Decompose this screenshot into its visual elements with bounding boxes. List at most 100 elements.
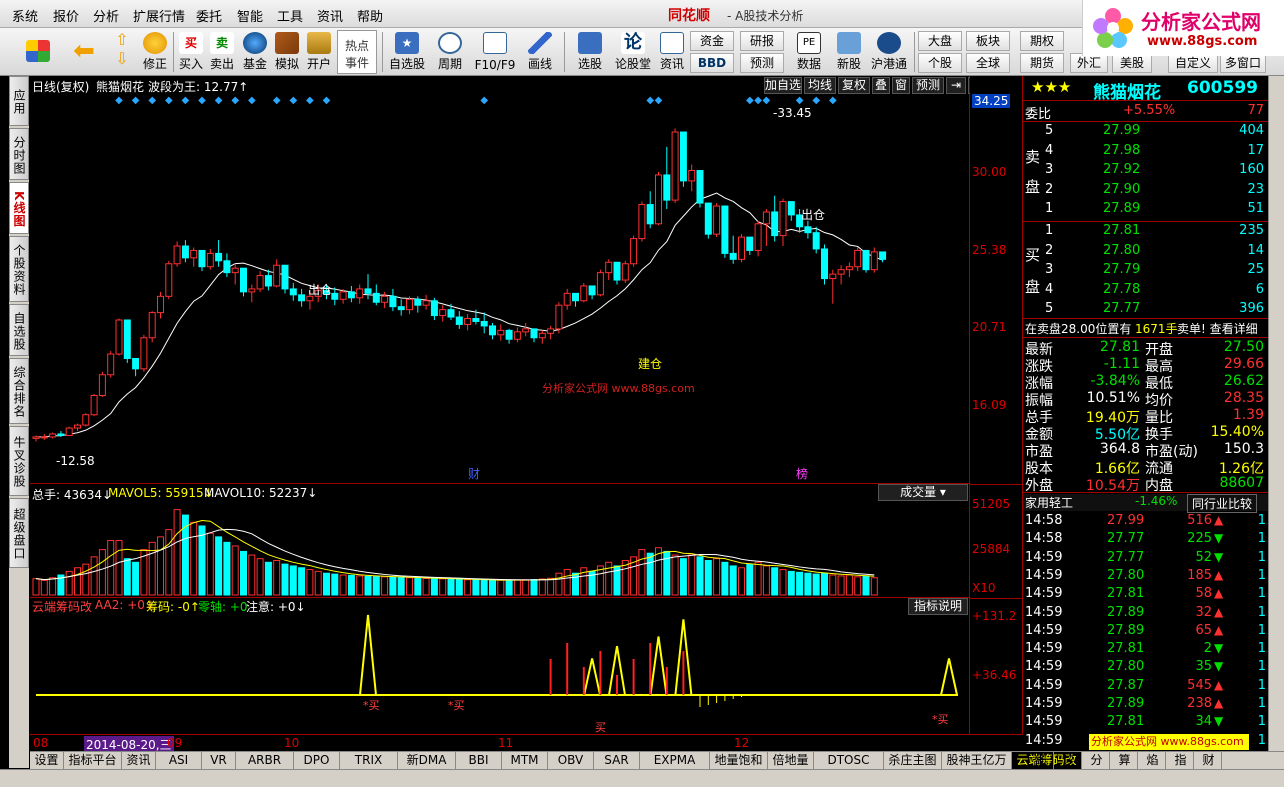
exit-signal-label: 出仓 [801, 208, 825, 222]
bbd-button[interactable]: BBD [690, 53, 734, 73]
period-button[interactable]: 周期 [430, 30, 470, 74]
industry-compare-button[interactable]: 同行业比较 [1187, 494, 1258, 513]
bottom-tab-0[interactable]: 设置 [30, 752, 64, 770]
bottom-tab-4[interactable]: VR [202, 752, 236, 770]
bottom-tab-12[interactable]: SAR [594, 752, 640, 770]
vtab-ranking[interactable]: 综合排名 [9, 358, 29, 424]
menu-smart[interactable]: 智能 [237, 6, 263, 25]
tick-volume: 185 [1187, 567, 1212, 583]
bottom-tab-2[interactable]: 资讯 [122, 752, 156, 770]
kline-chart[interactable]: ◆ ◆ ◆ ◆ ◆ ◆ ◆ ◆ ◆ ◆ ◆ ◆ ◆ ◆ ◆ ◆ ◆ ◆ ◆ ◆ ◆ ◆-33.45-12.58出仓出仓建仓… [30, 76, 970, 484]
detail-tab-5[interactable]: 指 [1168, 752, 1194, 770]
volume-panel[interactable]: 总手: 43634↓ MAVOL5: 55915↓ MAVOL10: 52237… [30, 484, 970, 598]
candle-body [738, 236, 745, 260]
individual-button[interactable]: 个股 [918, 53, 962, 73]
bottom-tab-5[interactable]: ARBR [236, 752, 294, 770]
detail-tab-0[interactable]: 细 [1028, 752, 1054, 770]
vtab-apps[interactable]: 应用 [9, 76, 29, 126]
dapan-dropdown[interactable]: 大盘 [918, 31, 962, 51]
indicator-chart[interactable]: *买 *买买 *买 [30, 598, 970, 734]
menu-tools[interactable]: 工具 [277, 6, 303, 25]
open-account-button[interactable]: 开户 [304, 30, 334, 74]
detail-tab-6[interactable]: 财 [1196, 752, 1222, 770]
back-button[interactable]: ⬅ [66, 30, 102, 74]
yanbao-button[interactable]: 研报 [740, 31, 784, 51]
kline-panel[interactable]: 日线(复权) 熊猫烟花 波段为王: 12.77↑ 加自选 均线 复权 叠 窗 预… [30, 76, 984, 484]
up-down-button[interactable]: ⇧ ⇩ [108, 30, 136, 74]
detail-tab-3[interactable]: 算 [1112, 752, 1138, 770]
menu-quote[interactable]: 报价 [53, 6, 79, 25]
global-dropdown[interactable]: 全球 [966, 53, 1010, 73]
bottom-tab-3[interactable]: ASI [156, 752, 202, 770]
menu-news[interactable]: 资讯 [317, 6, 343, 25]
vtab-watchlist[interactable]: 自选股 [9, 304, 29, 356]
candle-body [264, 275, 272, 287]
bottom-tab-17[interactable]: 杀庄主图 [884, 752, 942, 770]
candle-body [57, 433, 65, 436]
volume-bar [414, 577, 422, 596]
layout-grid-button[interactable] [22, 30, 54, 74]
industry-row[interactable]: 家用轻工 -1.46% 同行业比较 [1023, 494, 1268, 513]
detail-tab-4[interactable]: 焰 [1140, 752, 1166, 770]
menu-trade[interactable]: 委托 [196, 6, 222, 25]
vtab-profile[interactable]: 个股资料 [9, 236, 29, 302]
candle-body [281, 264, 289, 290]
bottom-tab-13[interactable]: EXPMA [640, 752, 710, 770]
bottom-tab-18[interactable]: 股神王亿万 [942, 752, 1012, 770]
toolbar-separator [914, 32, 915, 72]
multi-window-button[interactable]: 多窗口 [1220, 53, 1266, 73]
volume-bar [331, 573, 339, 596]
vtab-intraday[interactable]: 分时图 [9, 128, 29, 180]
bottom-tab-6[interactable]: DPO [294, 752, 340, 770]
vtab-diagnose[interactable]: 牛叉诊股 [9, 426, 29, 496]
new-stock-button[interactable]: 新股 [832, 30, 866, 74]
buy-button[interactable]: 买 买入 [176, 30, 206, 74]
sell-volume: 17 [1247, 142, 1264, 158]
order-notice[interactable]: 在卖盘28.00位置有 1671手 卖单! 查看详细 [1023, 320, 1268, 337]
menu-analysis[interactable]: 分析 [93, 6, 119, 25]
news-button[interactable]: 资讯 [656, 30, 688, 74]
bottom-tab-1[interactable]: 指标平台 [64, 752, 122, 770]
menu-system[interactable]: 系统 [12, 6, 38, 25]
indicator-panel[interactable]: 云端筹码改 AA2: +0↓ 筹码: -0↑ 零轴: +0 注意: +0↓ 指标… [30, 598, 970, 734]
bottom-tab-14[interactable]: 地量饱和 [710, 752, 768, 770]
right-scrollbar[interactable] [1268, 76, 1284, 751]
f10-button[interactable]: F10/F9 [474, 30, 516, 74]
menu-help[interactable]: 帮助 [357, 6, 383, 25]
bankuai-dropdown[interactable]: 板块 [966, 31, 1010, 51]
bottom-tab-7[interactable]: TRIX [340, 752, 398, 770]
indicator-tab-bar: 设置 指标平台 资讯 ASI VR ARBR DPO TRIX 新DMA BBI MTM OBV SAR… [30, 751, 1284, 770]
menu-extended-quote[interactable]: 扩展行情 [133, 6, 185, 25]
detail-tab-1[interactable]: 诊 [1056, 752, 1082, 770]
indicator-peak [649, 636, 668, 696]
detail-tab-2[interactable]: 分 [1084, 752, 1110, 770]
options-button[interactable]: 期权 [1020, 31, 1064, 51]
watchlist-button[interactable]: ★ 自选股 [386, 30, 428, 74]
custom-button[interactable]: 自定义 [1168, 53, 1218, 73]
bottom-tab-10[interactable]: MTM [502, 752, 548, 770]
bottom-tab-15[interactable]: 倍地量 [768, 752, 814, 770]
simulate-button[interactable]: 模拟 [272, 30, 302, 74]
vtab-kline[interactable]: K线图 [9, 182, 29, 234]
stock-picker-button[interactable]: 选股 [568, 30, 612, 74]
draw-line-button[interactable]: 画线 [520, 30, 560, 74]
bottom-tab-11[interactable]: OBV [548, 752, 594, 770]
hot-events-button[interactable]: 热点 事件 [337, 30, 377, 74]
bottom-tab-9[interactable]: BBI [456, 752, 502, 770]
candle-body [671, 131, 679, 201]
data-button[interactable]: PE 数据 [790, 30, 828, 74]
vtab-super-book[interactable]: 超级盘口 [9, 498, 29, 568]
zijin-dropdown[interactable]: 资金 [690, 31, 734, 51]
futures-button[interactable]: 期货 [1020, 53, 1064, 73]
sell-button[interactable]: 卖 卖出 [207, 30, 237, 74]
bottom-tab-8[interactable]: 新DMA [398, 752, 456, 770]
forum-button[interactable]: 论 论股堂 [614, 30, 652, 74]
modify-button[interactable]: 修正 [138, 30, 172, 74]
shhk-connect-button[interactable]: 沪港通 [868, 30, 910, 74]
forex-button[interactable]: 外汇 [1070, 53, 1108, 73]
bottom-tab-16[interactable]: DTOSC [814, 752, 884, 770]
forecast-button[interactable]: 预测 [740, 53, 784, 73]
fund-button[interactable]: 基金 [240, 30, 270, 74]
volume-chart[interactable] [30, 484, 970, 598]
us-stock-button[interactable]: 美股 [1112, 53, 1152, 73]
